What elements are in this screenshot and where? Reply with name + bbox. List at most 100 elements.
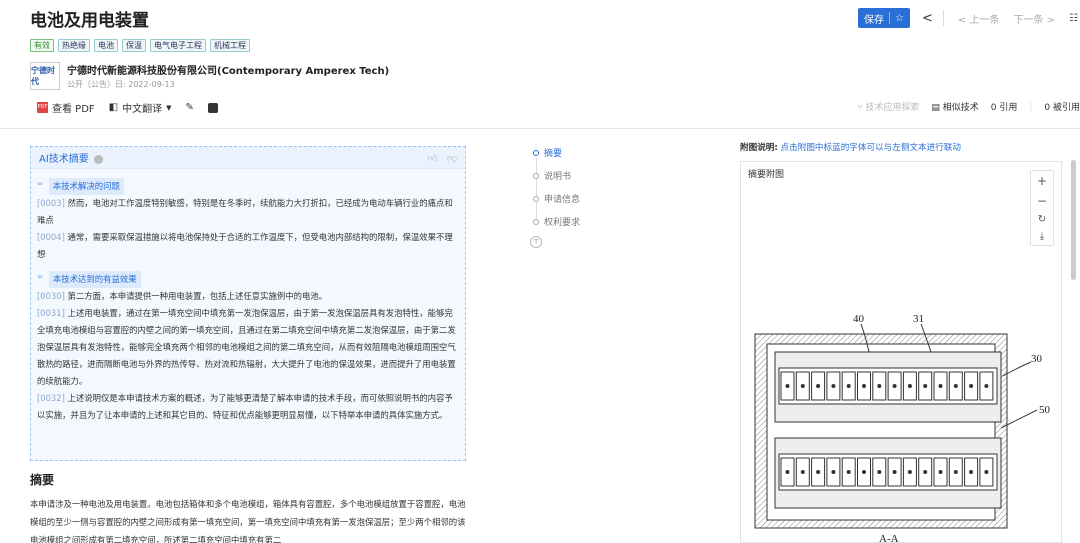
cell-terminal (800, 384, 805, 388)
outline-label: 摘要 (544, 149, 563, 159)
paragraph-ref[interactable]: [0032] (37, 393, 65, 403)
effect-heading-label: 本技术达到的有益效果 (48, 271, 141, 288)
next-button[interactable]: 下一条 > (1013, 11, 1055, 26)
outline-label: 权利要求 (544, 218, 581, 228)
cell-terminal (984, 384, 989, 388)
outline-item-abstract[interactable]: 摘要 (530, 146, 620, 169)
cell-terminal (846, 470, 851, 474)
cell-terminal (892, 384, 897, 388)
divider (889, 12, 891, 24)
paragraph-text: 上述用电装置，通过在第一填充空间中填充第一发泡保温层，由于第一发泡保温层具有发泡… (37, 308, 456, 386)
similar-label: 相似技术 (942, 103, 979, 113)
highlighter-icon: ✎ (185, 102, 194, 113)
zoom-in-icon[interactable]: + (1037, 174, 1047, 188)
cell-terminal (831, 384, 836, 388)
doc-toolbar: PDF 查看 PDF ◧ 中文翻译 ▼ ✎ (37, 100, 218, 115)
cell-terminal (969, 384, 974, 388)
summary-paragraph: [0032] 上述说明仅是本申请技术方案的概述，为了能够更清楚了解本申请的技术手… (37, 390, 459, 424)
cell-terminal (969, 470, 974, 474)
thumbs-up-icon[interactable]: 👍︎ (427, 153, 437, 164)
similar-button[interactable]: ▤ 相似技术 (931, 100, 978, 113)
divider (942, 10, 944, 26)
outline-item-claims[interactable]: 权利要求 (530, 215, 620, 238)
thumbs-down-icon[interactable]: 👎︎ (447, 153, 457, 164)
header-divider (0, 128, 1080, 129)
cell-terminal (984, 470, 989, 474)
cell-terminal (938, 384, 943, 388)
ai-summary-header: AI技术摘要 👍︎ 👎︎ (31, 147, 465, 169)
figure-caption-label: 附图说明: (740, 143, 778, 153)
paragraph-ref[interactable]: [0004] (37, 232, 65, 242)
share-icon[interactable]: < (922, 11, 933, 26)
ai-summary-title-text: AI技术摘要 (39, 154, 89, 165)
highlight-button[interactable]: ✎ (186, 102, 194, 113)
top-actions: 保存 ☆ < < 上一条 下一条 > ☷ (858, 8, 1080, 28)
save-label: 保存 (864, 14, 885, 26)
applicant-logo: 宁德时代 (30, 62, 60, 90)
outline-nav: 摘要 说明书 申请信息 权利要求 (530, 146, 620, 238)
tech-explore-button[interactable]: ⑂ 技术应用探索 (857, 100, 919, 113)
cell-terminal (862, 470, 866, 474)
cell-terminal (785, 470, 790, 474)
back-to-top-icon[interactable]: ⊤ (530, 236, 542, 248)
paragraph-ref[interactable]: [0003] (37, 198, 65, 208)
cell-terminal (816, 470, 821, 474)
translate-dropdown[interactable]: ◧ 中文翻译 ▼ (109, 100, 172, 115)
outline-dot (533, 196, 539, 202)
cited-count[interactable]: 0 引用 (991, 100, 1018, 113)
view-pdf-button[interactable]: PDF 查看 PDF (37, 100, 95, 115)
star-icon: ☆ (895, 12, 904, 24)
outline-label: 申请信息 (544, 195, 581, 205)
keyword-tag[interactable]: 电气电子工程 (150, 39, 206, 52)
paragraph-text: 然而，电池对工作温度特别敏感，特别是在冬季时，续航能力大打折扣，已经成为电动车辆… (37, 198, 453, 225)
outline-item-description[interactable]: 说明书 (530, 169, 620, 192)
patent-drawing[interactable]: 40 31 30 50 A-A (741, 162, 1063, 543)
pdf-icon: PDF (37, 102, 48, 113)
ai-summary-panel: AI技术摘要 👍︎ 👎︎ ❝ 本技术解决的问题 [0003] 然而，电池对工作温… (30, 146, 466, 461)
outline-item-application-info[interactable]: 申请信息 (530, 192, 620, 215)
figure-caption: 附图说明: 点击附图中标蓝的字体可以与左侧文本进行联动 (740, 141, 961, 153)
translate-label: 中文翻译 (122, 104, 163, 115)
summary-paragraph: [0003] 然而，电池对工作温度特别敏感，特别是在冬季时，续航能力大打折扣，已… (37, 195, 459, 229)
download-icon[interactable]: ⤓ (1040, 231, 1044, 242)
ai-summary-body: ❝ 本技术解决的问题 [0003] 然而，电池对工作温度特别敏感，特别是在冬季时… (31, 169, 465, 424)
figure-panel: 40 31 30 50 A-A (740, 161, 1062, 543)
cell-terminal (846, 384, 851, 388)
figure-caption-text: 点击附图中标蓝的字体可以与左侧文本进行联动 (777, 143, 962, 153)
quote-icon: ❝ (37, 274, 43, 285)
keyword-tag[interactable]: 机械工程 (210, 39, 250, 52)
keyword-tag[interactable]: 电池 (94, 39, 118, 52)
applicant-name[interactable]: 宁德时代新能源科技股份有限公司(Contemporary Amperex Tec… (67, 62, 389, 77)
cell-terminal (892, 470, 897, 474)
keyword-tag[interactable]: 热绝缘 (58, 39, 90, 52)
cell-terminal (907, 384, 912, 388)
branch-icon: ⑂ (857, 103, 863, 113)
comment-button[interactable] (207, 102, 218, 113)
cell-terminal (785, 384, 790, 388)
cell-terminal (862, 384, 866, 388)
tech-explore-label: 技术应用探索 (865, 103, 920, 113)
save-button[interactable]: 保存 ☆ (858, 8, 910, 28)
scrollbar[interactable] (1071, 160, 1076, 280)
cited-by-count[interactable]: 0 被引用 (1044, 100, 1080, 113)
cell-terminal (831, 470, 836, 474)
paragraph-ref[interactable]: [0030] (37, 291, 65, 301)
abstract-text: 本申请涉及一种电池及用电装置。电池包括箱体和多个电池模组，箱体具有容置腔，多个电… (30, 499, 466, 543)
publication-date: 公开（公告）日: 2022-09-13 (67, 80, 175, 89)
abstract-heading: 摘要 (30, 473, 55, 487)
paragraph-ref[interactable]: [0031] (37, 308, 65, 318)
cell-terminal (923, 470, 928, 474)
keyword-tag[interactable]: 保温 (122, 39, 146, 52)
problem-heading-label: 本技术解决的问题 (48, 178, 124, 195)
prev-button[interactable]: < 上一条 (958, 11, 1000, 26)
rotate-icon[interactable]: ↻ (1038, 214, 1046, 225)
effect-heading: ❝ 本技术达到的有益效果 (37, 271, 459, 288)
summary-paragraph: [0004] 通常，需要采取保温措施以将电池保持处于合适的工作温度下，但受电池内… (37, 229, 459, 263)
document-icon: ▤ (931, 103, 940, 113)
cell-terminal (816, 384, 821, 388)
info-icon[interactable] (93, 154, 103, 164)
cell-terminal (953, 470, 958, 474)
list-icon[interactable]: ☷ (1069, 13, 1078, 24)
zoom-out-icon[interactable]: − (1037, 194, 1047, 208)
problem-heading: ❝ 本技术解决的问题 (37, 178, 459, 195)
